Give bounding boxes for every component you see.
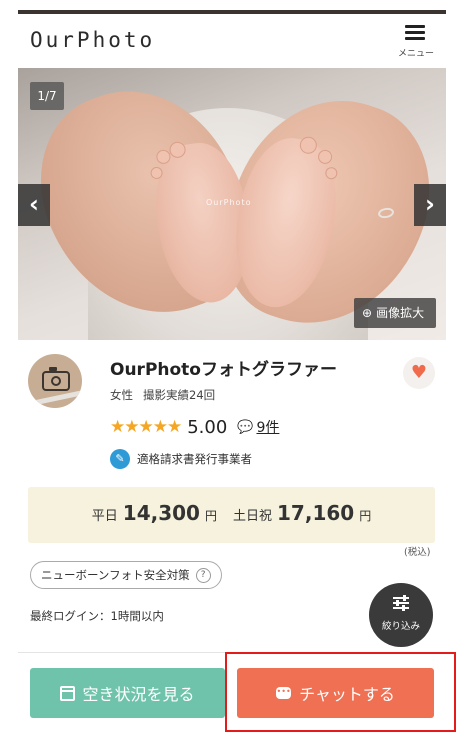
chevron-left-icon: ‹ (29, 190, 39, 218)
star-rating-icon: ★★★★★ (110, 417, 182, 437)
avatar[interactable] (28, 354, 82, 408)
weekday-unit: 円 (204, 509, 217, 523)
shoot-record: 撮影実績24回 (143, 388, 216, 402)
chat-button[interactable]: ••• チャットする (237, 668, 434, 718)
photographer-name[interactable]: OurPhotoフォトグラファー (110, 355, 337, 380)
chat-bubble-icon: ••• (276, 687, 292, 699)
pen-icon: ✎ (110, 449, 130, 469)
review-count-link[interactable]: 9件 (256, 417, 279, 437)
photo-watermark: OurPhoto (206, 198, 252, 207)
gender: 女性 (110, 388, 133, 402)
zoom-image-button[interactable]: ⊕ 画像拡大 (354, 298, 436, 328)
calendar-icon (60, 685, 76, 701)
next-image-button[interactable]: › (414, 184, 446, 226)
zoom-in-icon: ⊕ (362, 306, 373, 320)
photo-gallery[interactable]: OurPhoto 1/7 ‹ › ⊕ 画像拡大 (18, 68, 446, 340)
prev-image-button[interactable]: ‹ (18, 184, 50, 226)
tax-note: (税込) (404, 547, 431, 558)
zoom-label: 画像拡大 (376, 306, 425, 320)
help-icon[interactable]: ? (195, 567, 211, 583)
last-login: 最終ログイン：1時間以内 (30, 609, 164, 623)
weekday-label: 平日 (91, 509, 118, 524)
camera-icon (42, 367, 70, 391)
logo[interactable]: OurPhoto (30, 28, 155, 52)
filter-button[interactable]: 絞り込み (369, 583, 433, 647)
page: OurPhoto メニュー OurPhoto 1/7 ‹ › ⊕ 画像拡大 Ou… (0, 0, 458, 739)
tag-label: ニューボーンフォト安全対策 (41, 568, 190, 582)
price-box: 平日 14,300 円 土日祝 17,160 円 (28, 487, 435, 543)
newborn-safety-tag[interactable]: ニューボーンフォト安全対策 ? (30, 561, 222, 589)
menu-button[interactable]: メニュー (392, 22, 440, 66)
review-bubble-icon: 💬 (237, 419, 254, 435)
invoice-label: 適格請求書発行事業者 (137, 452, 252, 466)
weekday-price: 14,300 (122, 501, 200, 525)
rating-score: 5.00 (187, 416, 228, 438)
rating-row: ★★★★★ 5.00 💬 9件 (110, 415, 279, 439)
weekend-price: 17,160 (277, 501, 355, 525)
chat-label: チャットする (299, 685, 395, 704)
weekend-unit: 円 (359, 509, 372, 523)
sliders-icon (393, 595, 409, 611)
image-counter: 1/7 (30, 82, 64, 110)
favorite-heart-button[interactable]: ♥ (403, 357, 435, 389)
heart-icon: ♥ (410, 362, 428, 383)
hamburger-icon (405, 25, 425, 41)
chevron-right-icon: › (425, 190, 435, 218)
photographer-meta: 女性 撮影実績24回 (110, 387, 215, 403)
filter-label: 絞り込み (381, 621, 420, 632)
menu-label: メニュー (397, 49, 434, 59)
header: OurPhoto メニュー (18, 14, 446, 68)
check-availability-button[interactable]: 空き状況を見る (30, 668, 225, 718)
invoice-badge: ✎ 適格請求書発行事業者 (110, 449, 252, 469)
availability-label: 空き状況を見る (82, 685, 195, 704)
weekend-label: 土日祝 (233, 509, 273, 524)
